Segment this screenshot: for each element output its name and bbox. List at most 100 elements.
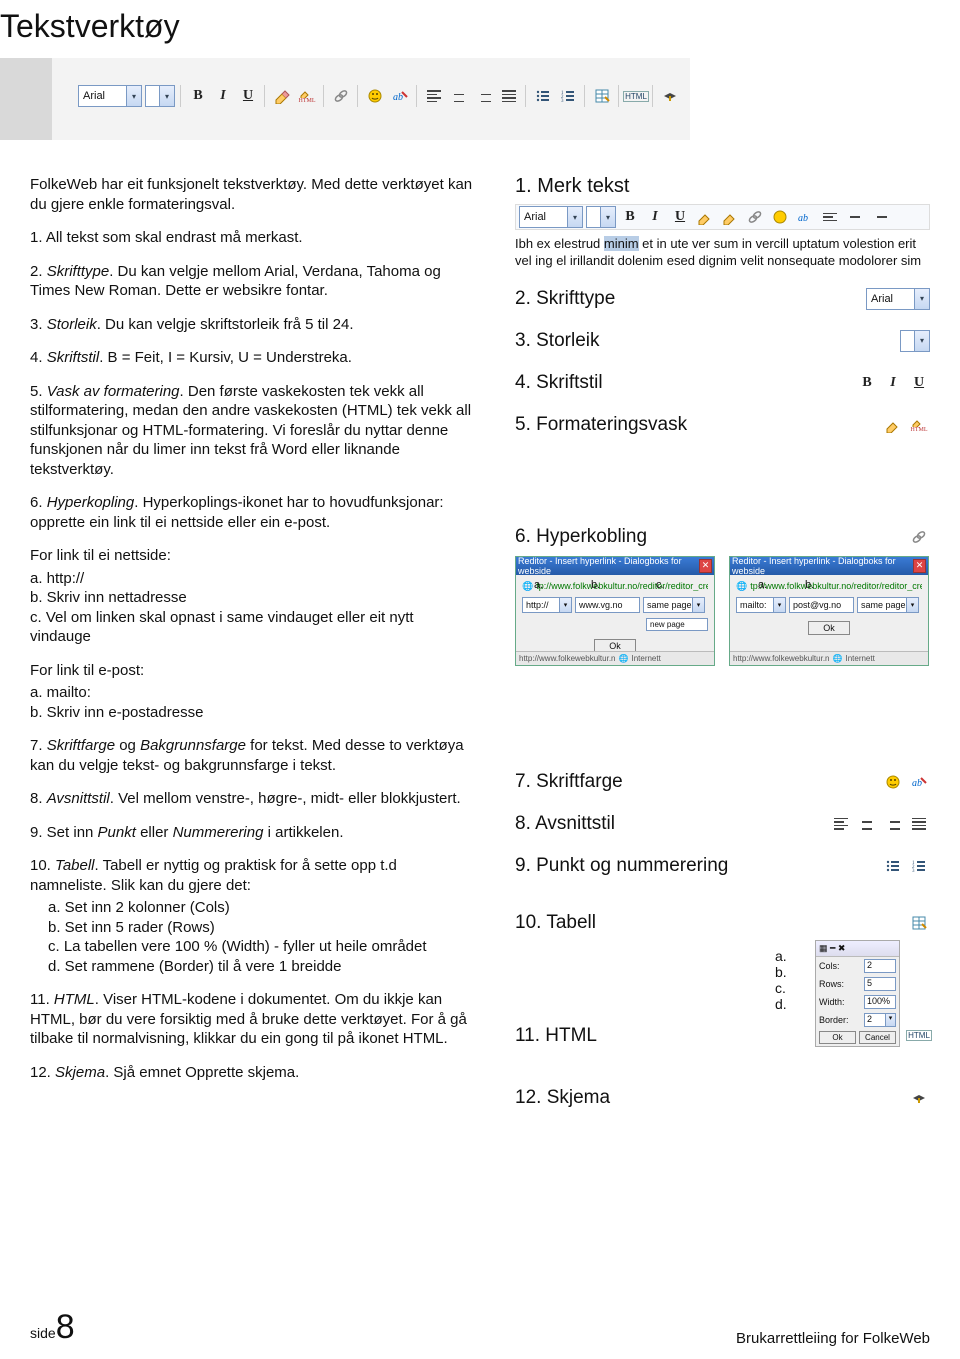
protocol-select[interactable]: http://▾ — [522, 597, 572, 613]
status-url: http://www.folkewebkultur.n — [733, 654, 830, 663]
rows-input[interactable]: 5 — [864, 977, 896, 991]
overlay-a: a. — [534, 579, 543, 591]
html-label: HTML — [623, 91, 649, 102]
html-button[interactable]: HTML — [625, 85, 647, 107]
bg-color-button[interactable]: ab — [794, 206, 816, 228]
bold-button[interactable]: B — [187, 85, 209, 107]
chevron-down-icon: ▾ — [914, 289, 929, 309]
font-select-demo[interactable]: Arial ▾ — [866, 288, 930, 310]
status-net: Internett — [631, 654, 660, 663]
border-select[interactable]: 2▾ — [864, 1013, 896, 1027]
skriftstil-label: 4. Skriftstil — [515, 372, 603, 394]
p8-text: . Vel mellom venstre-, høgre-, midt- ell… — [110, 790, 461, 807]
formateringsvask-label: 5. Formateringsvask — [515, 414, 687, 436]
eraser-format-button[interactable] — [694, 206, 716, 228]
target-select[interactable]: same page▾ — [857, 597, 919, 613]
chevron-down-icon: ▾ — [773, 598, 785, 612]
overlay-a: a. — [758, 579, 767, 591]
text-color-demo[interactable] — [882, 771, 904, 793]
form-demo[interactable] — [908, 1087, 930, 1109]
hyperkobling-label: 6. Hyperkobling — [515, 526, 647, 548]
underline-demo[interactable]: U — [908, 372, 930, 394]
text-color-button[interactable] — [769, 206, 791, 228]
target-select[interactable]: same page▾ — [643, 597, 705, 613]
font-select[interactable]: Arial▾ — [78, 85, 142, 107]
size-select[interactable]: ▾ — [586, 206, 616, 228]
p4-num: 4. — [30, 349, 47, 366]
align-right-button[interactable] — [473, 85, 495, 107]
url-input[interactable]: post@vg.no — [789, 597, 854, 613]
separator — [357, 85, 359, 107]
row-hyperkobling: 6. Hyperkobling — [515, 526, 930, 548]
italic-button[interactable]: I — [212, 85, 234, 107]
p4-term: Skriftstil — [47, 349, 100, 366]
align-center-button[interactable] — [844, 206, 866, 228]
close-icon[interactable]: ✕ — [699, 559, 712, 573]
mini-toolbar: Arial▾ ▾ B I U ab — [515, 204, 930, 230]
row-skriftstil: 4. Skriftstil B I U — [515, 372, 930, 394]
hyperlink-button[interactable] — [744, 206, 766, 228]
number-list-button[interactable]: 123 — [557, 85, 579, 107]
table-cancel-button[interactable]: Cancel — [859, 1031, 896, 1044]
eraser-format-demo[interactable] — [882, 414, 904, 436]
eraser-html-button[interactable]: HTML — [296, 85, 318, 107]
url-input[interactable]: www.vg.no — [575, 597, 640, 613]
protocol-select[interactable]: mailto:▾ — [736, 597, 786, 613]
eraser-format-button[interactable] — [271, 85, 293, 107]
html-label-row: 11. HTML — [515, 1025, 597, 1047]
font-select[interactable]: Arial▾ — [519, 206, 583, 228]
italic-demo[interactable]: I — [882, 372, 904, 394]
align-left-button[interactable] — [423, 85, 445, 107]
cols-label: Cols: — [819, 961, 840, 971]
ok-button[interactable]: Ok — [808, 621, 850, 635]
p12-term: Skjema — [55, 1064, 105, 1081]
align-right-demo[interactable] — [882, 813, 904, 835]
font-demo-value: Arial — [871, 293, 893, 305]
align-justify-demo[interactable] — [908, 813, 930, 835]
bg-color-demo[interactable]: ab — [908, 771, 930, 793]
number-list-demo[interactable]: 123 — [908, 855, 930, 877]
bg-color-button[interactable]: ab — [389, 85, 411, 107]
target-new-option[interactable]: new page — [646, 618, 708, 631]
bold-demo[interactable]: B — [856, 372, 878, 394]
cols-input[interactable]: 2 — [864, 959, 896, 973]
underline-button[interactable]: U — [669, 206, 691, 228]
url-value: www.vg.no — [579, 600, 623, 610]
svg-text:ab: ab — [393, 92, 403, 103]
width-input[interactable]: 100% — [864, 995, 896, 1009]
align-left-button[interactable] — [819, 206, 841, 228]
table-demo[interactable] — [908, 912, 930, 934]
align-center-button[interactable] — [448, 85, 470, 107]
hyperlink-button[interactable] — [330, 85, 352, 107]
table-ok-button[interactable]: Ok — [819, 1031, 856, 1044]
abcd-d: d. — [775, 996, 787, 1012]
align-right-button[interactable] — [869, 206, 891, 228]
align-center-demo[interactable] — [856, 813, 878, 835]
point-5: 5. Vask av formatering. Den første vaske… — [30, 382, 475, 480]
table-button[interactable] — [591, 85, 613, 107]
italic-button[interactable]: I — [644, 206, 666, 228]
point-8: 8. Avsnittstil. Vel mellom venstre-, høg… — [30, 789, 475, 809]
bullet-list-button[interactable] — [532, 85, 554, 107]
row-skriftfarge: 7. Skriftfarge ab — [515, 771, 930, 793]
align-justify-button[interactable] — [498, 85, 520, 107]
p6-term: Hyperkopling — [47, 494, 135, 511]
html-demo[interactable]: HTML — [908, 1025, 930, 1047]
underline-button[interactable]: U — [237, 85, 259, 107]
page-num: 8 — [56, 1308, 75, 1346]
form-button[interactable] — [659, 85, 681, 107]
svg-text:ab: ab — [798, 213, 808, 224]
text-color-button[interactable] — [364, 85, 386, 107]
size-select-demo[interactable]: ▾ — [900, 330, 930, 352]
hyperlink-mail-dialog: Reditor - Insert hyperlink - Dialogboks … — [729, 556, 929, 666]
size-select[interactable]: ▾ — [145, 85, 175, 107]
p2-term: Skrifttype — [47, 263, 110, 280]
hyperlink-demo[interactable] — [908, 526, 930, 548]
p9-term1: Punkt — [98, 824, 136, 841]
bullet-list-demo[interactable] — [882, 855, 904, 877]
eraser-html-button[interactable] — [719, 206, 741, 228]
eraser-html-demo[interactable]: HTML — [908, 414, 930, 436]
close-icon[interactable]: ✕ — [913, 559, 926, 573]
bold-button[interactable]: B — [619, 206, 641, 228]
align-left-demo[interactable] — [830, 813, 852, 835]
